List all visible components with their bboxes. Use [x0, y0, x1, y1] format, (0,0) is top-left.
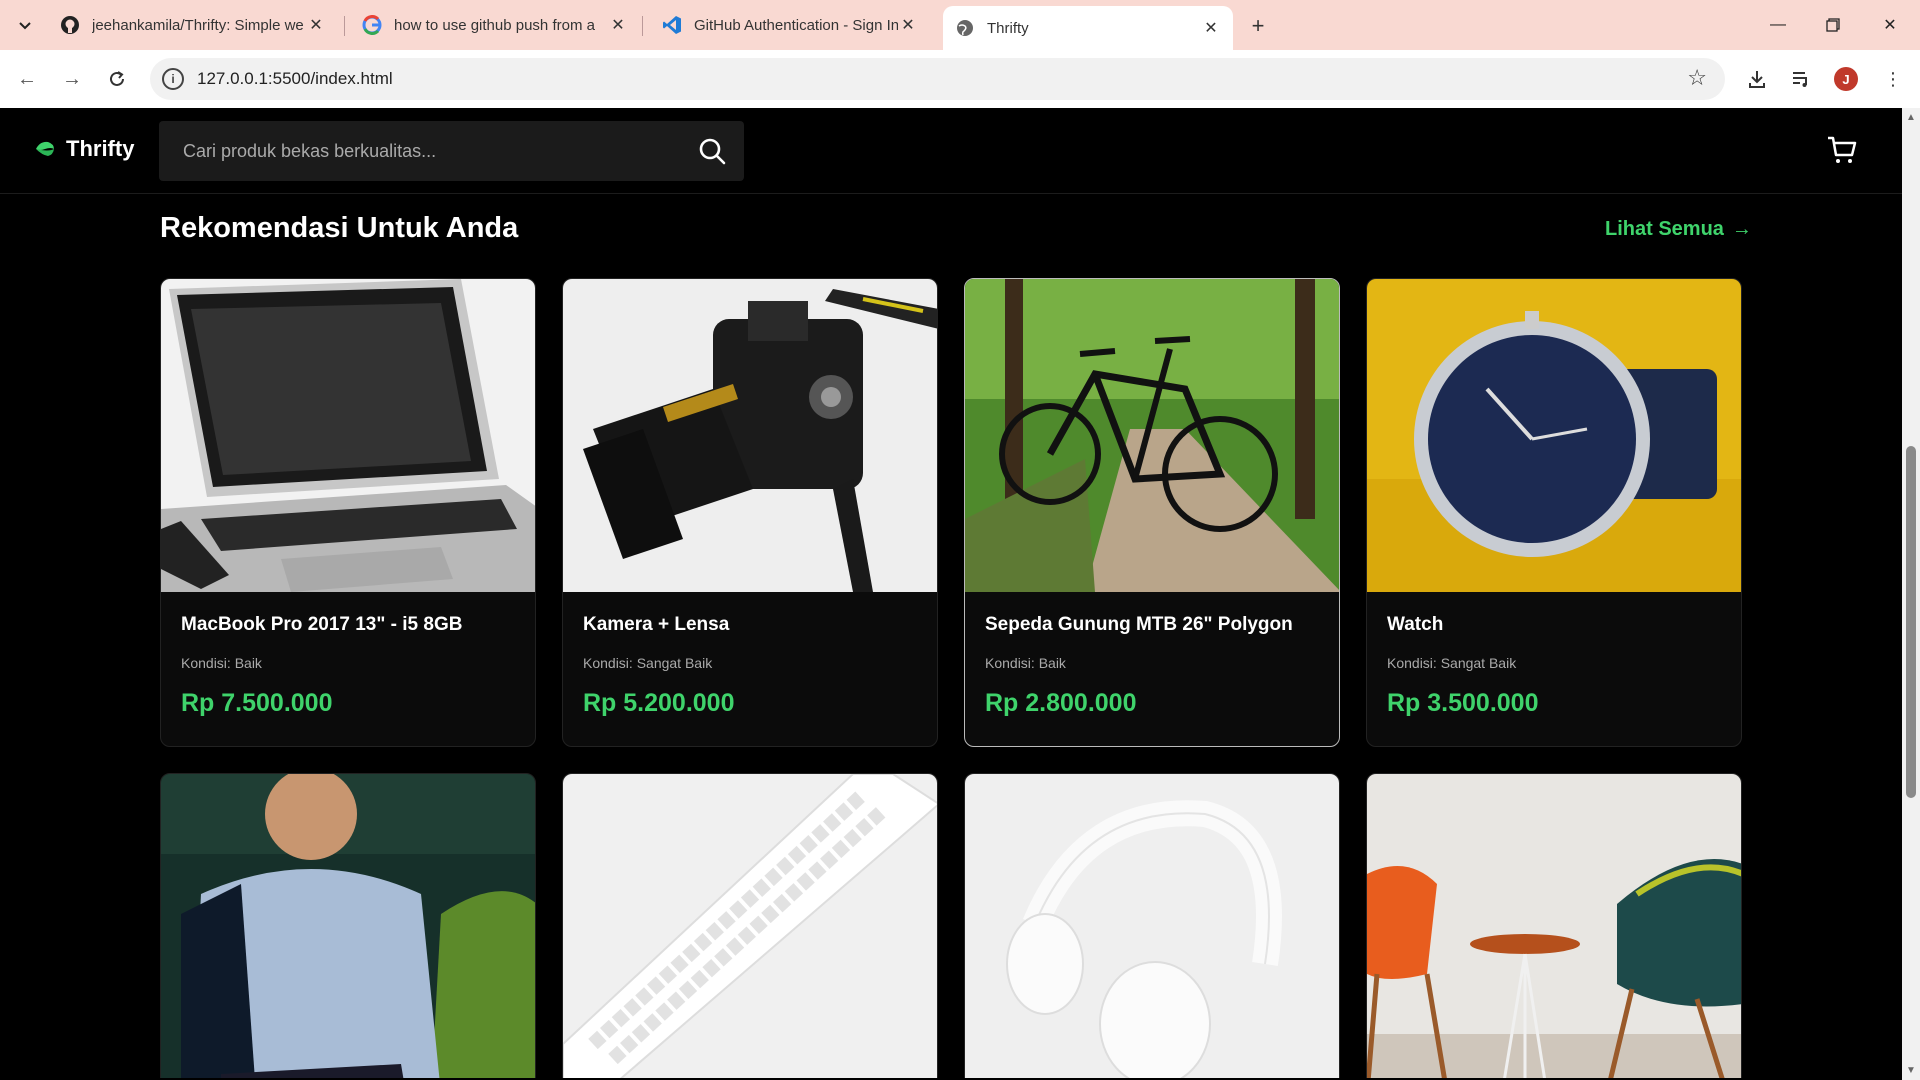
- search-bar: [159, 121, 744, 181]
- github-icon: [60, 15, 80, 35]
- product-name[interactable]: MacBook Pro 2017 13" - i5 8GB: [181, 614, 462, 636]
- product-image-chairs[interactable]: [1367, 774, 1741, 1078]
- product-image-camera[interactable]: [563, 279, 937, 592]
- tab-separator: [642, 16, 643, 36]
- product-card[interactable]: [562, 773, 938, 1078]
- see-all-label: Lihat Semua: [1605, 218, 1724, 240]
- reload-icon: [110, 71, 124, 86]
- page-scrollbar[interactable]: ▲ ▼: [1902, 108, 1920, 1080]
- product-price: Rp 2.800.000: [985, 689, 1137, 717]
- product-condition: Kondisi: Sangat Baik: [1387, 655, 1517, 671]
- tab-title: GitHub Authentication - Sign In: [694, 16, 898, 34]
- product-image-keyboard[interactable]: [563, 774, 937, 1078]
- globe-icon: [955, 18, 975, 38]
- product-card[interactable]: Kamera + Lensa Kondisi: Sangat Baik Rp 5…: [562, 278, 938, 747]
- product-condition: Kondisi: Sangat Baik: [583, 655, 713, 671]
- product-price: Rp 5.200.000: [583, 689, 735, 717]
- cart-icon[interactable]: [1826, 134, 1858, 166]
- product-card[interactable]: MacBook Pro 2017 13" - i5 8GB Kondisi: B…: [160, 278, 536, 747]
- url-text[interactable]: 127.0.0.1:5500/index.html: [197, 69, 393, 89]
- product-name[interactable]: Kamera + Lensa: [583, 614, 729, 636]
- chevron-down-icon: [19, 22, 31, 30]
- google-icon: [362, 15, 382, 35]
- tab-github-repo[interactable]: jeehankamila/Thrifty: Simple we ✕: [48, 6, 338, 44]
- product-image-headphones[interactable]: [965, 774, 1339, 1078]
- site-info-icon[interactable]: i: [162, 68, 184, 90]
- scroll-down-icon[interactable]: ▼: [1906, 1065, 1916, 1076]
- download-icon: [1749, 71, 1765, 88]
- tab-title: Thrifty: [987, 19, 1029, 37]
- product-card[interactable]: [160, 773, 536, 1078]
- tab-thrifty[interactable]: Thrifty ✕: [943, 6, 1233, 50]
- profile-avatar[interactable]: J: [1834, 67, 1858, 91]
- tab-separator: [344, 16, 345, 36]
- product-card[interactable]: Sepeda Gunung MTB 26" Polygon Kondisi: B…: [964, 278, 1340, 747]
- leaf-icon: [36, 141, 54, 156]
- minimize-button[interactable]: —: [1758, 10, 1798, 40]
- forward-button[interactable]: →: [57, 64, 87, 94]
- search-input[interactable]: [159, 121, 679, 181]
- brand-name: Thrifty: [66, 136, 135, 161]
- page-content: Thrifty Rekomendasi Untuk Anda Lihat Sem…: [0, 108, 1902, 1078]
- browser-toolbar: ← → i 127.0.0.1:5500/index.html ☆ J ⋮: [0, 50, 1920, 108]
- product-image-shirt[interactable]: [161, 774, 535, 1078]
- vscode-icon: [662, 15, 682, 35]
- tab-search-button[interactable]: [10, 10, 40, 40]
- product-card[interactable]: [964, 773, 1340, 1078]
- tab-title: how to use github push from a: [394, 16, 595, 34]
- product-card[interactable]: [1366, 773, 1742, 1078]
- product-condition: Kondisi: Baik: [985, 655, 1066, 671]
- close-window-button[interactable]: ✕: [1870, 10, 1910, 40]
- new-tab-button[interactable]: +: [1244, 12, 1272, 40]
- product-image-watch[interactable]: [1367, 279, 1741, 592]
- back-button[interactable]: ←: [12, 64, 42, 94]
- playlist-icon: [1793, 72, 1807, 87]
- product-image-laptop[interactable]: [161, 279, 535, 592]
- tab-github-auth[interactable]: GitHub Authentication - Sign In ✕: [650, 6, 930, 44]
- media-controls-button[interactable]: [1786, 64, 1816, 94]
- restore-button[interactable]: [1813, 10, 1853, 40]
- product-price: Rp 3.500.000: [1387, 689, 1539, 717]
- section-title: Rekomendasi Untuk Anda: [160, 212, 519, 244]
- downloads-button[interactable]: [1742, 64, 1772, 94]
- restore-icon: [1826, 18, 1840, 32]
- close-icon[interactable]: ✕: [898, 15, 918, 35]
- site-logo[interactable]: Thrifty: [34, 136, 134, 162]
- bookmark-star-icon[interactable]: ☆: [1687, 65, 1707, 91]
- product-name[interactable]: Sepeda Gunung MTB 26" Polygon: [985, 614, 1293, 636]
- see-all-link[interactable]: Lihat Semua →: [1605, 218, 1752, 241]
- product-condition: Kondisi: Baik: [181, 655, 262, 671]
- close-icon[interactable]: ✕: [306, 15, 326, 35]
- browser-tab-bar: jeehankamila/Thrifty: Simple we ✕ how to…: [0, 0, 1920, 50]
- close-icon[interactable]: ✕: [1201, 18, 1221, 38]
- tab-title: jeehankamila/Thrifty: Simple we: [92, 16, 304, 34]
- arrow-right-icon: →: [1731, 218, 1752, 240]
- search-icon[interactable]: [698, 137, 726, 165]
- product-image-bicycle[interactable]: [965, 279, 1339, 592]
- tab-google-search[interactable]: how to use github push from a ✕: [350, 6, 640, 44]
- browser-menu-button[interactable]: ⋮: [1878, 64, 1908, 94]
- product-card[interactable]: Watch Kondisi: Sangat Baik Rp 3.500.000: [1366, 278, 1742, 747]
- scroll-up-icon[interactable]: ▲: [1906, 112, 1916, 123]
- product-name[interactable]: Watch: [1387, 614, 1443, 636]
- address-bar[interactable]: i 127.0.0.1:5500/index.html ☆: [150, 58, 1725, 100]
- product-price: Rp 7.500.000: [181, 689, 333, 717]
- close-icon[interactable]: ✕: [608, 15, 628, 35]
- reload-button[interactable]: [102, 64, 132, 94]
- scrollbar-thumb[interactable]: [1906, 446, 1916, 798]
- site-header: Thrifty: [0, 108, 1902, 194]
